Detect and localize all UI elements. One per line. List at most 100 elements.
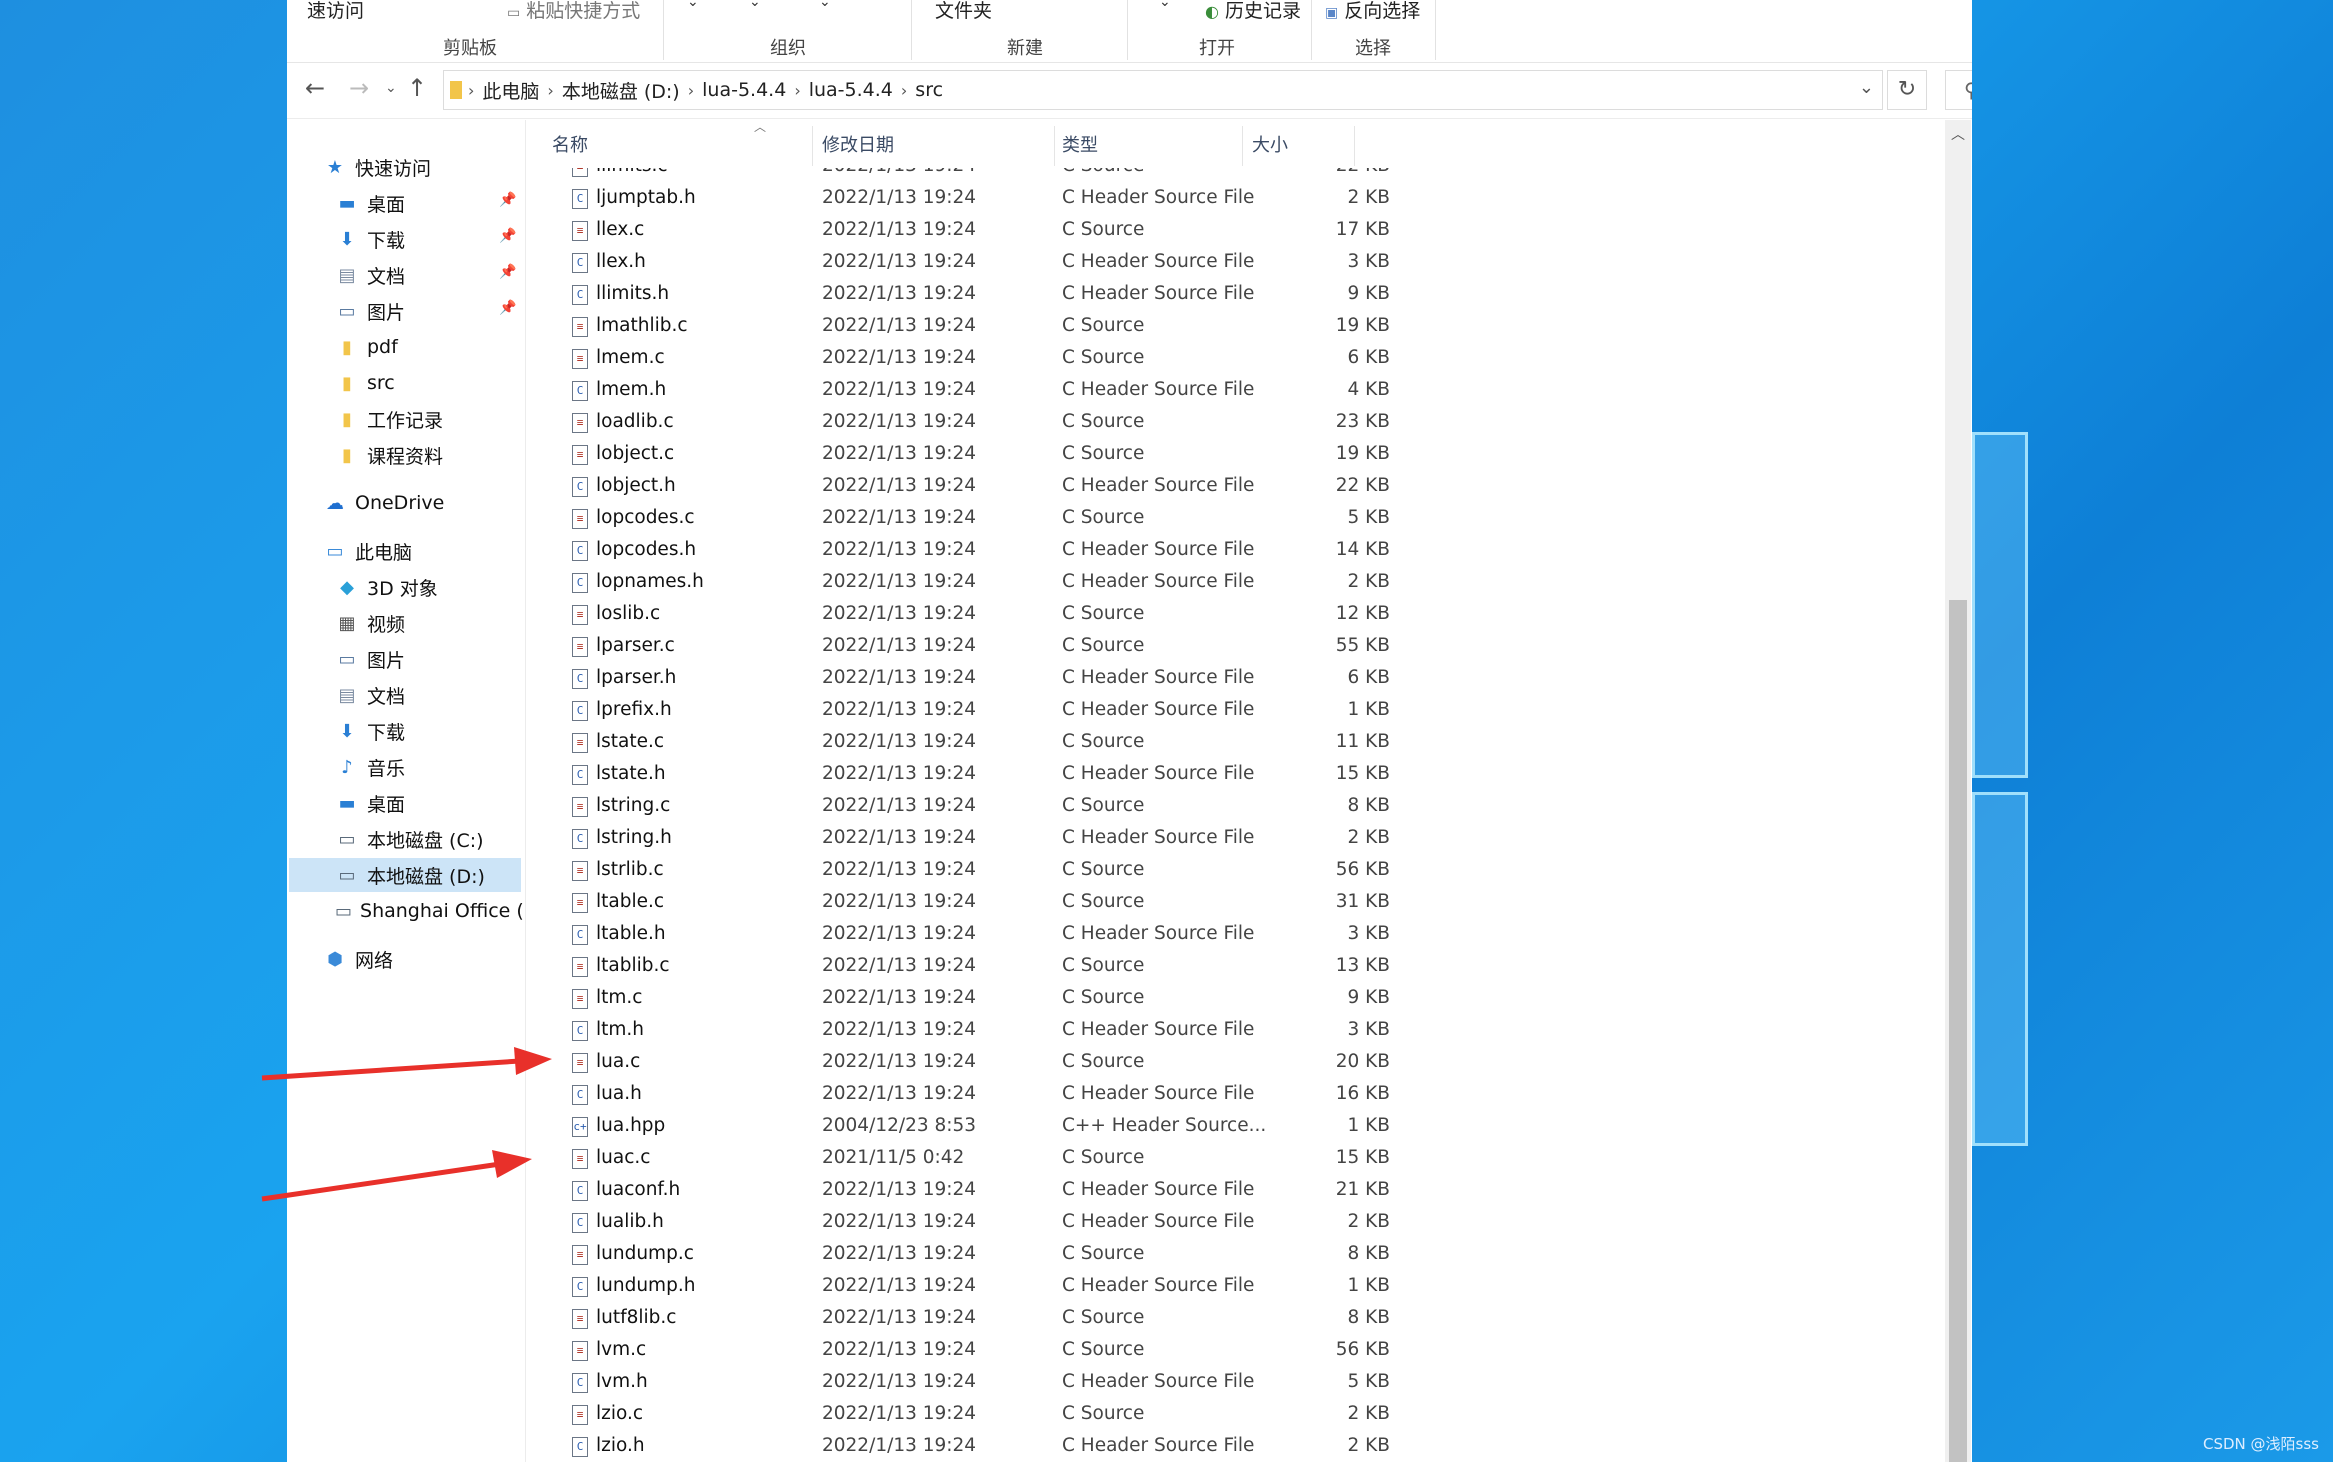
breadcrumb-this-pc[interactable]: 此电脑 xyxy=(474,77,547,104)
invert-selection-button[interactable]: ▣ 反向选择 xyxy=(1325,0,1420,23)
table-row[interactable]: ≡ lua.c 2022/1/13 19:24 C Source 20 KB xyxy=(526,1048,1626,1080)
table-row[interactable]: Clualib.h 2022/1/13 19:24 C Header Source … xyxy=(526,1208,1626,1240)
nav-downloads[interactable]: ⬇ 下载 xyxy=(335,222,405,256)
table-row[interactable]: Clparser.h 2022/1/13 19:24 C Header Source… xyxy=(526,664,1626,696)
nav-work-log[interactable]: ▮ 工作记录 xyxy=(335,402,443,436)
chevron-down-icon[interactable]: ⌄ xyxy=(819,0,831,10)
scroll-up-icon[interactable]: ︿ xyxy=(1945,124,1971,144)
pin-icon[interactable]: 📌 xyxy=(499,264,516,280)
up-arrow-icon[interactable]: ↑ xyxy=(407,74,427,102)
nav-this-pc[interactable]: ▭ 此电脑 xyxy=(323,534,412,568)
nav-videos[interactable]: ▦ 视频 xyxy=(335,606,405,640)
table-row[interactable]: ≡ loadlib.c 2022/1/13 19:24 C Source 23 KB xyxy=(526,408,1626,440)
table-row[interactable]: Clstate.h 2022/1/13 19:24 C Header Source … xyxy=(526,760,1626,792)
table-row[interactable]: Clstring.h 2022/1/13 19:24 C Header Source… xyxy=(526,824,1626,856)
ribbon-quick-access[interactable]: 速访问 xyxy=(307,0,364,23)
table-row[interactable]: Clobject.h 2022/1/13 19:24 C Header Source… xyxy=(526,472,1626,504)
table-row[interactable]: Clmem.h 2022/1/13 19:24 C Header Source Fi… xyxy=(526,376,1626,408)
column-separator[interactable] xyxy=(1354,126,1355,166)
column-separator[interactable] xyxy=(1242,126,1243,166)
nav-quick-access[interactable]: ★ 快速访问 xyxy=(323,150,431,184)
table-row[interactable]: ≡ lmem.c 2022/1/13 19:24 C Source 6 KB xyxy=(526,344,1626,376)
nav-music[interactable]: ♪ 音乐 xyxy=(335,750,405,784)
table-row[interactable]: ≡ ltm.c 2022/1/13 19:24 C Source 9 KB xyxy=(526,984,1626,1016)
nav-pictures-pc[interactable]: ▭ 图片 xyxy=(335,642,405,676)
forward-arrow-icon[interactable]: → xyxy=(349,74,369,102)
breadcrumb-disk-d[interactable]: 本地磁盘 (D:) xyxy=(554,77,688,104)
table-row[interactable]: Cltable.h 2022/1/13 19:24 C Header Source … xyxy=(526,920,1626,952)
nav-src[interactable]: ▮ src xyxy=(335,366,395,400)
nav-documents-pc[interactable]: ▤ 文档 xyxy=(335,678,405,712)
table-row[interactable]: ≡ loslib.c 2022/1/13 19:24 C Source 12 KB xyxy=(526,600,1626,632)
address-dropdown-chevron-icon[interactable]: ⌄ xyxy=(1859,77,1874,98)
table-row[interactable]: ≡ llex.c 2022/1/13 19:24 C Source 17 KB xyxy=(526,216,1626,248)
paste-shortcut-button[interactable]: ▭ 粘贴快捷方式 xyxy=(507,0,640,23)
nav-onedrive[interactable]: ☁ OneDrive xyxy=(323,486,444,520)
table-row[interactable]: Clua.h 2022/1/13 19:24 C Header Source Fil… xyxy=(526,1080,1626,1112)
table-row[interactable]: Clundump.h 2022/1/13 19:24 C Header Source… xyxy=(526,1272,1626,1304)
nav-3d-objects[interactable]: ◆ 3D 对象 xyxy=(335,570,438,604)
nav-downloads-pc[interactable]: ⬇ 下载 xyxy=(335,714,405,748)
table-row[interactable]: ≡ lparser.c 2022/1/13 19:24 C Source 55 KB xyxy=(526,632,1626,664)
nav-desktop-pc[interactable]: ▬ 桌面 xyxy=(335,786,405,820)
nav-course[interactable]: ▮ 课程资料 xyxy=(335,438,443,472)
table-row[interactable]: ≡ ltablib.c 2022/1/13 19:24 C Source 13 KB xyxy=(526,952,1626,984)
table-row[interactable]: ≡ llimits.c 2022/1/13 19:24 C Source 22 KB xyxy=(526,168,1626,184)
nav-shanghai-office[interactable]: ▭ Shanghai Office (S xyxy=(335,894,525,928)
table-row[interactable]: ≡ lutf8lib.c 2022/1/13 19:24 C Source 8 KB xyxy=(526,1304,1626,1336)
breadcrumb-lua-outer[interactable]: lua-5.4.4 xyxy=(694,79,794,101)
column-separator[interactable] xyxy=(1054,126,1055,166)
table-row[interactable]: Cltm.h 2022/1/13 19:24 C Header Source Fil… xyxy=(526,1016,1626,1048)
nav-pdf[interactable]: ▮ pdf xyxy=(335,330,398,364)
nav-network[interactable]: ⬢ 网络 xyxy=(323,942,393,976)
address-bar[interactable]: › 此电脑 › 本地磁盘 (D:) › lua-5.4.4 › lua-5.4.… xyxy=(443,70,1883,110)
pin-icon[interactable]: 📌 xyxy=(499,228,516,244)
back-arrow-icon[interactable]: ← xyxy=(305,74,325,102)
table-row[interactable]: c+ lua.hpp 2004/12/23 8:53 C++ Header Sourc… xyxy=(526,1112,1626,1144)
table-row[interactable]: ≡ lmathlib.c 2022/1/13 19:24 C Source 19 KB xyxy=(526,312,1626,344)
breadcrumb-src[interactable]: src xyxy=(907,79,951,101)
table-row[interactable]: Clopcodes.h 2022/1/13 19:24 C Header Sourc… xyxy=(526,536,1626,568)
table-row[interactable]: ≡ lstrlib.c 2022/1/13 19:24 C Source 56 KB xyxy=(526,856,1626,888)
nav-desktop[interactable]: ▬ 桌面 xyxy=(335,186,405,220)
table-row[interactable]: Cljumptab.h 2022/1/13 19:24 C Header Sourc… xyxy=(526,184,1626,216)
pin-icon[interactable]: 📌 xyxy=(499,192,516,208)
nav-pictures[interactable]: ▭ 图片 xyxy=(335,294,405,328)
table-row[interactable]: ≡ ltable.c 2022/1/13 19:24 C Source 31 KB xyxy=(526,888,1626,920)
table-row[interactable]: Clzio.h 2022/1/13 19:24 C Header Source Fi… xyxy=(526,1432,1626,1462)
table-row[interactable]: ≡ lvm.c 2022/1/13 19:24 C Source 56 KB xyxy=(526,1336,1626,1368)
column-header-name[interactable]: 名称 xyxy=(552,128,588,164)
refresh-icon[interactable]: ↻ xyxy=(1887,70,1927,110)
table-row[interactable]: Clopnames.h 2022/1/13 19:24 C Header Sourc… xyxy=(526,568,1626,600)
chevron-down-icon[interactable]: ⌄ xyxy=(749,0,761,10)
table-row[interactable]: Cllex.h 2022/1/13 19:24 C Header Source Fi… xyxy=(526,248,1626,280)
table-row[interactable]: ≡ lstring.c 2022/1/13 19:24 C Source 8 KB xyxy=(526,792,1626,824)
column-header-size[interactable]: 大小 xyxy=(1252,128,1288,164)
table-row[interactable]: ≡ luac.c 2021/11/5 0:42 C Source 15 KB xyxy=(526,1144,1626,1176)
nav-documents[interactable]: ▤ 文档 xyxy=(335,258,405,292)
nav-disk-c[interactable]: ▭ 本地磁盘 (C:) xyxy=(335,822,483,856)
scrollbar-thumb[interactable] xyxy=(1949,600,1967,1462)
table-row[interactable]: ≡ lstate.c 2022/1/13 19:24 C Source 11 KB xyxy=(526,728,1626,760)
recent-locations-chevron-icon[interactable]: ⌄ xyxy=(385,80,397,96)
pin-icon[interactable]: 📌 xyxy=(499,300,516,316)
breadcrumb-lua-inner[interactable]: lua-5.4.4 xyxy=(801,79,901,101)
chevron-down-icon[interactable]: ⌄ xyxy=(1159,0,1171,10)
table-row[interactable]: ≡ lobject.c 2022/1/13 19:24 C Source 19 KB xyxy=(526,440,1626,472)
column-header-date[interactable]: 修改日期 xyxy=(822,128,894,164)
history-button[interactable]: ◐ 历史记录 xyxy=(1205,0,1301,23)
table-row[interactable]: Clprefix.h 2022/1/13 19:24 C Header Source… xyxy=(526,696,1626,728)
table-row[interactable]: ≡ lzio.c 2022/1/13 19:24 C Source 2 KB xyxy=(526,1400,1626,1432)
column-header-type[interactable]: 类型 xyxy=(1062,128,1098,164)
vertical-scrollbar[interactable]: ︿ xyxy=(1945,120,1971,1462)
table-row[interactable]: ≡ lopcodes.c 2022/1/13 19:24 C Source 5 KB xyxy=(526,504,1626,536)
table-row[interactable]: Cllimits.h 2022/1/13 19:24 C Header Source… xyxy=(526,280,1626,312)
nav-disk-d[interactable]: ▭ 本地磁盘 (D:) xyxy=(289,858,521,892)
search-box[interactable]: ⚲ xyxy=(1945,70,1972,110)
column-separator[interactable] xyxy=(812,126,813,166)
table-row[interactable]: ≡ lundump.c 2022/1/13 19:24 C Source 8 KB xyxy=(526,1240,1626,1272)
chevron-down-icon[interactable]: ⌄ xyxy=(687,0,699,10)
new-folder-button[interactable]: 文件夹 xyxy=(935,0,992,23)
table-row[interactable]: Clvm.h 2022/1/13 19:24 C Header Source Fil… xyxy=(526,1368,1626,1400)
table-row[interactable]: Cluaconf.h 2022/1/13 19:24 C Header Source… xyxy=(526,1176,1626,1208)
